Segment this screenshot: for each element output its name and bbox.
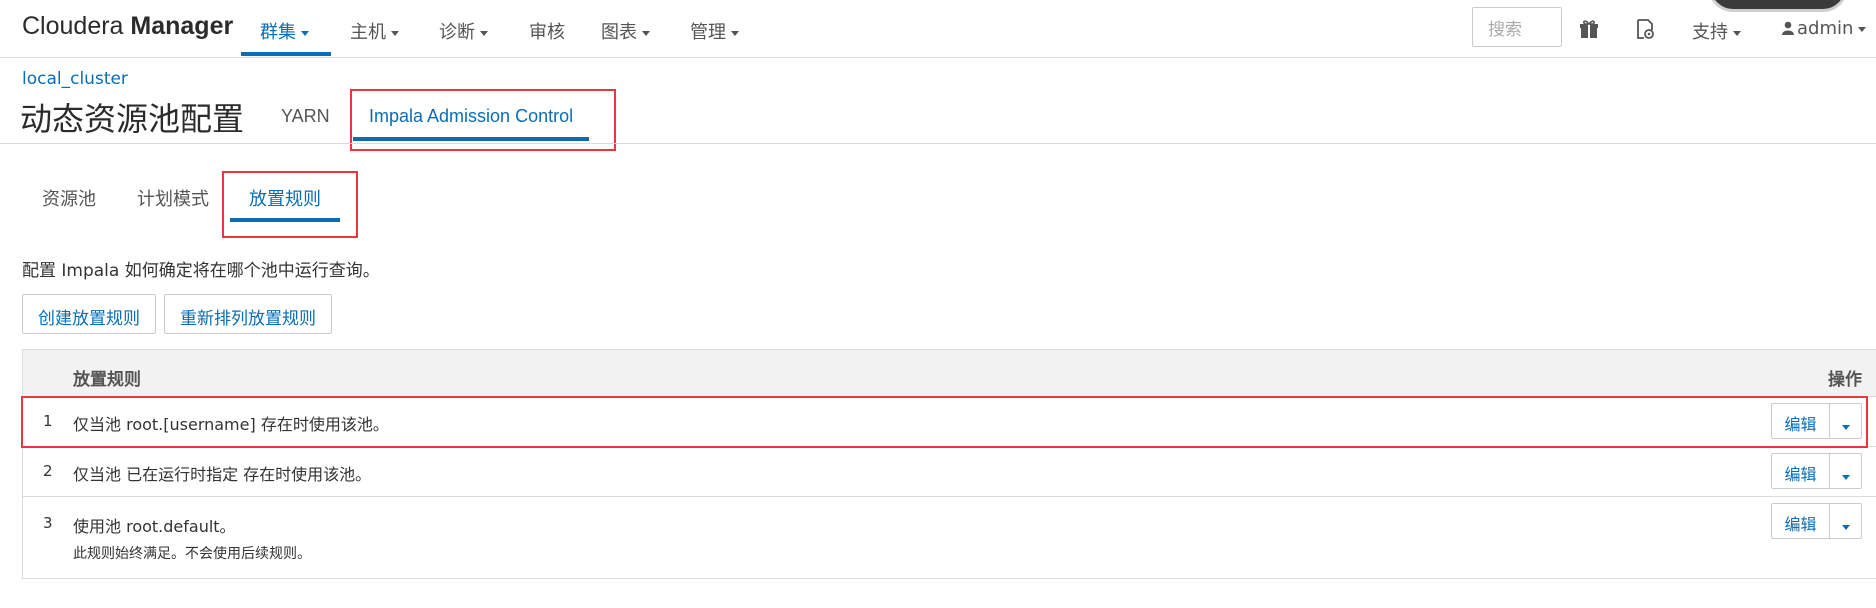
placement-rules-table: 放置规则 操作 1 仅当池 root.[username] 存在时使用该池。 编… (22, 349, 1876, 579)
brand-name: Cloudera (22, 12, 131, 40)
user-menu[interactable]: admin (1782, 18, 1867, 39)
rule-text: 使用池 root.default。 (73, 517, 236, 536)
reorder-placement-rules-button[interactable]: 重新排列放置规则 (164, 294, 332, 334)
nav-hosts-menu[interactable]: 主机 (350, 18, 399, 44)
nav-charts-menu[interactable]: 图表 (601, 18, 650, 44)
brand-name-bold: Manager (130, 12, 234, 40)
edit-button[interactable]: 编辑 (1771, 453, 1830, 489)
parcel-deploy-icon[interactable] (1634, 18, 1656, 44)
row-number: 3 (43, 514, 53, 532)
nav-diagnostics-menu[interactable]: 诊断 (439, 18, 488, 44)
actions-dropdown-button[interactable] (1830, 503, 1862, 539)
table-header: 放置规则 操作 (23, 350, 1876, 397)
divider (0, 143, 1876, 144)
chevron-down-icon (480, 30, 488, 36)
nav-admin-menu[interactable]: 管理 (690, 18, 739, 44)
tab-yarn[interactable]: YARN (281, 106, 330, 127)
support-menu[interactable]: 支持 (1692, 18, 1741, 44)
rule-note: 此规则始终满足。不会使用后续规则。 (73, 546, 311, 562)
actions-dropdown-button[interactable] (1830, 403, 1862, 439)
rule-text: 仅当池 已在运行时指定 存在时使用该池。 (73, 465, 372, 484)
row-number: 2 (43, 462, 53, 480)
gift-icon[interactable] (1579, 19, 1599, 43)
nav-hosts-label: 主机 (350, 22, 386, 43)
row-actions: 编辑 (1771, 453, 1862, 489)
tab-active-indicator (353, 137, 589, 141)
chevron-down-icon (1841, 525, 1850, 530)
nav-audits-label: 审核 (529, 22, 565, 43)
description-text: 配置 Impala 如何确定将在哪个池中运行查询。 (22, 261, 380, 281)
table-bottom-border (22, 578, 1876, 579)
subtab-schedule-mode[interactable]: 计划模式 (137, 185, 209, 211)
nav-admin-label: 管理 (690, 22, 726, 43)
chevron-down-icon (731, 30, 739, 36)
table-row: 2 仅当池 已在运行时指定 存在时使用该池。 编辑 (23, 447, 1876, 497)
chevron-down-icon (1841, 475, 1850, 480)
row-number: 1 (43, 412, 53, 430)
subtab-resource-pools[interactable]: 资源池 (42, 185, 96, 211)
row-actions: 编辑 (1771, 503, 1862, 539)
cloudera-manager-logo[interactable]: Cloudera Manager (22, 12, 233, 41)
table-row: 3 使用池 root.default。 此规则始终满足。不会使用后续规则。 编辑 (23, 497, 1876, 579)
user-label: admin (1797, 18, 1854, 39)
actions-dropdown-button[interactable] (1830, 453, 1862, 489)
nav-diagnostics-label: 诊断 (439, 22, 475, 43)
nav-cluster-menu[interactable]: 群集 (260, 18, 309, 44)
chevron-down-icon (1841, 425, 1850, 430)
support-label: 支持 (1692, 22, 1728, 43)
nav-cluster-label: 群集 (260, 22, 296, 43)
tab-impala-admission-control[interactable]: Impala Admission Control (369, 106, 573, 127)
subtab-active-indicator (230, 218, 340, 222)
top-navbar: Cloudera Manager 群集 主机 诊断 审核 图表 管理 搜索 支持… (0, 0, 1876, 58)
rule-text: 仅当池 root.[username] 存在时使用该池。 (73, 415, 389, 434)
chevron-down-icon (1733, 30, 1741, 36)
chevron-down-icon (1858, 26, 1867, 32)
create-placement-rule-button[interactable]: 创建放置规则 (22, 294, 156, 334)
search-input[interactable]: 搜索 (1472, 7, 1562, 47)
nav-active-indicator (241, 52, 331, 56)
column-header-actions: 操作 (1828, 370, 1862, 390)
table-row: 1 仅当池 root.[username] 存在时使用该池。 编辑 (23, 397, 1876, 447)
floating-widget[interactable] (1708, 0, 1848, 12)
chevron-down-icon (301, 30, 309, 36)
page-title: 动态资源池配置 (20, 100, 245, 138)
nav-charts-label: 图表 (601, 22, 637, 43)
search-placeholder: 搜索 (1488, 20, 1522, 40)
edit-button[interactable]: 编辑 (1771, 403, 1830, 439)
row-actions: 编辑 (1771, 403, 1862, 439)
subtab-placement-rules[interactable]: 放置规则 (249, 185, 321, 211)
breadcrumb-cluster-link[interactable]: local_cluster (22, 69, 128, 89)
chevron-down-icon (391, 30, 399, 36)
nav-audits-link[interactable]: 审核 (529, 18, 565, 44)
edit-button[interactable]: 编辑 (1771, 503, 1830, 539)
chevron-down-icon (642, 30, 650, 36)
user-icon (1782, 21, 1794, 35)
column-header-rule: 放置规则 (73, 370, 141, 390)
